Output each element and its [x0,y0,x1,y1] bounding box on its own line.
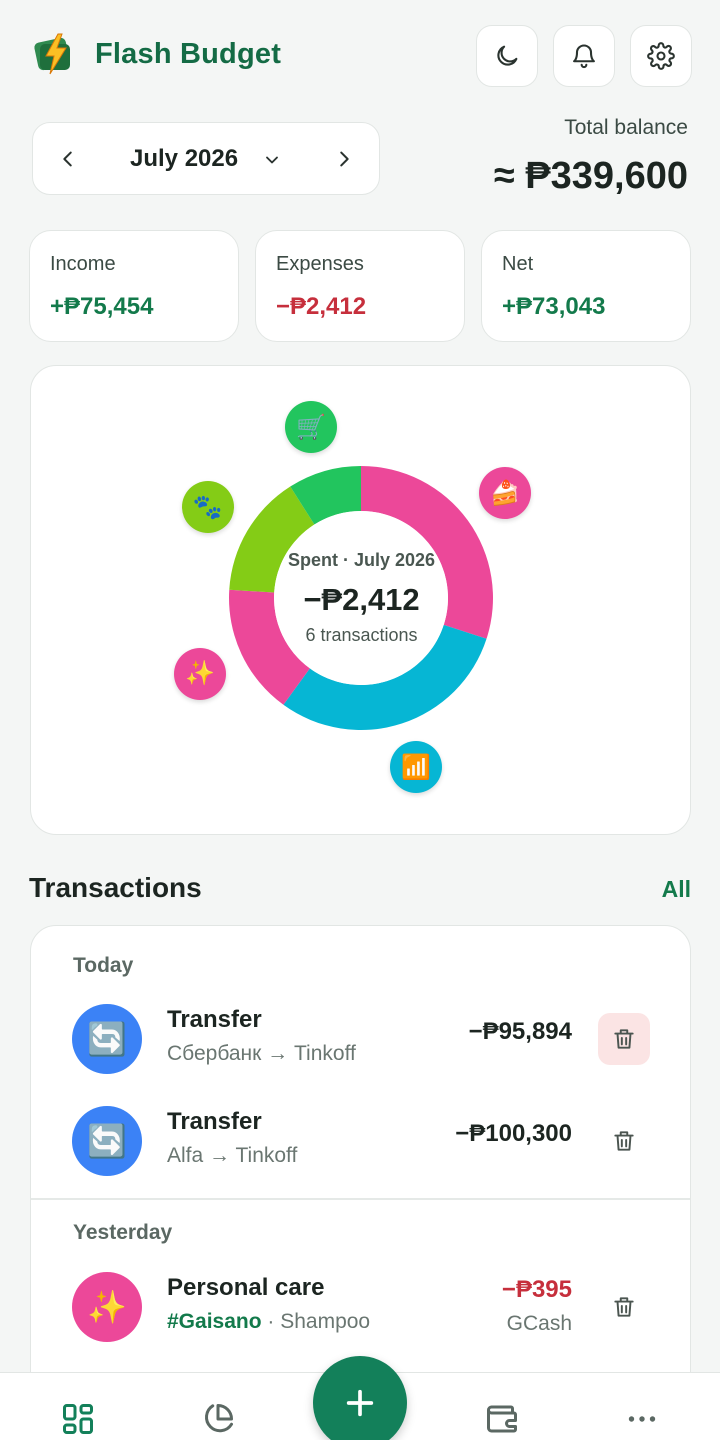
transaction-subtitle: Сбербанк → Tinkoff [167,1042,356,1065]
nav-wallets[interactable] [482,1399,522,1439]
view-all-link[interactable]: All [662,876,691,903]
category-bubble-groceries[interactable]: 🛒 [285,401,338,454]
transaction-amount: −₱100,300 [455,1120,572,1147]
trash-icon [614,1029,634,1049]
plus-icon [346,1389,374,1417]
net-card[interactable]: Net +₱73,043 [481,230,691,342]
transaction-amount: −₱395 [501,1276,572,1303]
expenses-card[interactable]: Expenses −₱2,412 [255,230,465,342]
category-bubble-pets[interactable]: 🐾 [181,481,234,534]
add-transaction-button[interactable] [313,1356,407,1440]
chevron-right-icon [340,151,349,167]
transaction-row[interactable]: 🔄 Transfer Сбербанк → Tinkoff −₱95,894 [31,994,690,1084]
transaction-note: · Shampoo [261,1310,371,1333]
transaction-tag[interactable]: #Gaisano [167,1310,262,1333]
transaction-row[interactable]: 🔄 Transfer Alfa → Tinkoff −₱100,300 [31,1096,690,1186]
transfer-icon: 🔄 [72,1004,142,1074]
chart-subtitle: 6 transactions [305,625,418,645]
bell-icon [573,44,595,69]
moon-icon [497,45,518,66]
divider [31,1198,690,1200]
balance-label: Total balance [564,116,688,139]
nav-dashboard[interactable] [58,1399,98,1439]
transaction-amount: −₱95,894 [468,1018,572,1045]
next-month-button[interactable] [326,141,362,177]
wallet-icon [487,1405,517,1433]
delete-button[interactable] [598,1013,650,1065]
transaction-subtitle: #Gaisano · Shampoo [167,1310,370,1334]
nav-analytics[interactable] [198,1399,238,1439]
spending-chart-card: Spent · July 2026 −₱2,412 6 transactions… [30,365,691,835]
sparkles-icon: ✨ [72,1272,142,1342]
category-bubble-personal-care[interactable]: ✨ [173,647,226,700]
nav-more[interactable] [622,1399,662,1439]
transaction-account: GCash [506,1312,572,1335]
chevron-down-icon[interactable] [262,150,282,170]
app-header: Flash Budget [0,0,720,110]
chart-total: −₱2,412 [303,582,420,617]
transfer-icon: 🔄 [72,1106,142,1176]
category-bubble-cake[interactable]: 🍰 [479,467,531,520]
app-logo-icon [34,33,70,75]
transaction-title: Transfer [167,1108,262,1135]
gear-icon [647,42,675,70]
income-value: +₱75,454 [50,293,154,320]
transactions-heading: Transactions [29,872,202,903]
transaction-subtitle: Alfa → Tinkoff [167,1144,298,1167]
day-label-yesterday: Yesterday [73,1221,173,1244]
month-selector: July 2026 [32,122,380,195]
app-title: Flash Budget [95,38,282,70]
income-card[interactable]: Income +₱75,454 [29,230,239,342]
theme-toggle-button[interactable] [476,25,538,87]
pie-chart-icon [205,1404,233,1433]
transaction-title: Transfer [167,1006,262,1033]
category-bubble-internet[interactable]: 📶 [390,741,442,794]
income-label: Income [50,253,116,275]
transaction-row[interactable]: ✨ Personal care #Gaisano · Shampoo −₱395… [31,1262,690,1352]
net-value: +₱73,043 [502,293,606,320]
transaction-title: Personal care [167,1274,325,1301]
expenses-value: −₱2,412 [276,293,367,320]
balance-value: ≈ ₱339,600 [493,155,688,197]
trash-icon [614,1297,634,1317]
delete-button[interactable] [598,1115,650,1167]
net-label: Net [502,253,534,275]
chart-title: Spent · July 2026 [287,550,436,570]
delete-button[interactable] [598,1281,650,1333]
prev-month-button[interactable] [50,141,86,177]
day-label-today: Today [73,954,134,977]
month-label[interactable]: July 2026 [130,145,238,173]
dashboard-icon [63,1404,93,1434]
trash-icon [614,1131,634,1151]
expenses-label: Expenses [276,253,364,275]
notifications-button[interactable] [553,25,615,87]
chevron-left-icon [63,151,72,167]
settings-button[interactable] [630,25,692,87]
more-icon [628,1416,656,1422]
